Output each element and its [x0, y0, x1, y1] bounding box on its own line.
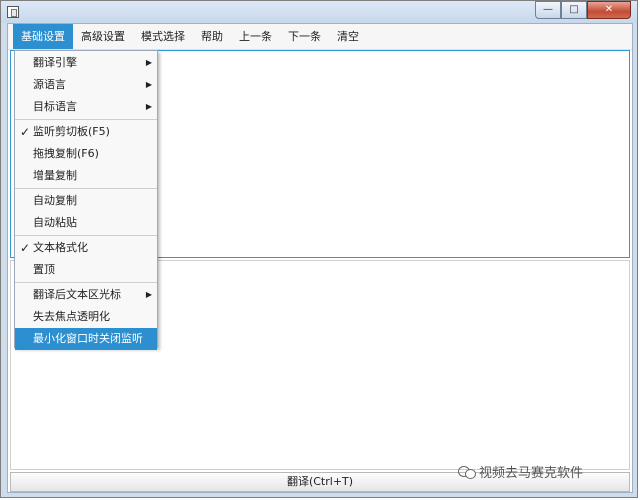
dd-transparent-on-blur[interactable]: 失去焦点透明化 — [15, 306, 157, 328]
menu-separator — [15, 235, 157, 236]
menu-item-label: 翻译后文本区光标 — [33, 288, 121, 301]
menu-mode-select[interactable]: 模式选择 — [133, 24, 193, 49]
menu-next[interactable]: 下一条 — [280, 24, 329, 49]
maximize-button[interactable]: □ — [561, 1, 587, 19]
menu-separator — [15, 119, 157, 120]
menu-item-label: 自动粘贴 — [33, 216, 77, 229]
submenu-arrow-icon: ▶ — [145, 102, 152, 111]
checkmark-icon: ✓ — [20, 241, 31, 255]
dd-always-on-top[interactable]: 置顶 — [15, 259, 157, 281]
dd-translation-engine[interactable]: 翻译引擎 ▶ — [15, 52, 157, 74]
menu-item-label: 拖拽复制(F6) — [33, 147, 99, 160]
dd-auto-copy[interactable]: 自动复制 — [15, 190, 157, 212]
minimize-button[interactable]: — — [535, 1, 561, 19]
watermark-text: 视频去马赛克软件 — [479, 465, 584, 481]
menu-item-label: 目标语言 — [33, 100, 77, 113]
window-controls: — □ ✕ — [535, 1, 631, 19]
dd-monitor-clipboard[interactable]: ✓ 监听剪切板(F5) — [15, 121, 157, 143]
menu-previous[interactable]: 上一条 — [231, 24, 280, 49]
watermark: 视频去马赛克软件 — [458, 462, 584, 481]
menu-item-label: 失去焦点透明化 — [33, 310, 110, 323]
checkmark-icon: ✓ — [20, 125, 31, 139]
dd-stop-monitor-on-minimize[interactable]: 最小化窗口时关闭监听 — [15, 328, 157, 350]
menu-item-label: 监听剪切板(F5) — [33, 125, 110, 138]
dd-cursor-after-translate[interactable]: 翻译后文本区光标 ▶ — [15, 284, 157, 306]
menu-help[interactable]: 帮助 — [193, 24, 231, 49]
menu-item-label: 文本格式化 — [33, 241, 88, 254]
dd-drag-copy[interactable]: 拖拽复制(F6) — [15, 143, 157, 165]
title-bar[interactable]: — □ ✕ — [1, 1, 637, 23]
menu-separator — [15, 188, 157, 189]
menu-item-label: 最小化窗口时关闭监听 — [33, 332, 143, 345]
dd-incremental-copy[interactable]: 增量复制 — [15, 165, 157, 187]
basic-settings-dropdown: 翻译引擎 ▶ 源语言 ▶ 目标语言 ▶ ✓ 监听剪切板(F5) 拖拽复制(F6)… — [14, 50, 158, 350]
menu-item-label: 置顶 — [33, 263, 55, 276]
dd-target-language[interactable]: 目标语言 ▶ — [15, 96, 157, 118]
menu-separator — [15, 282, 157, 283]
submenu-arrow-icon: ▶ — [145, 290, 152, 299]
menu-advanced-settings[interactable]: 高级设置 — [73, 24, 133, 49]
menu-bar: 基础设置 高级设置 模式选择 帮助 上一条 下一条 清空 — [8, 24, 632, 50]
submenu-arrow-icon: ▶ — [145, 58, 152, 67]
submenu-arrow-icon: ▶ — [145, 80, 152, 89]
dd-source-language[interactable]: 源语言 ▶ — [15, 74, 157, 96]
menu-basic-settings[interactable]: 基础设置 — [13, 24, 73, 49]
menu-item-label: 增量复制 — [33, 169, 77, 182]
dd-text-format[interactable]: ✓ 文本格式化 — [15, 237, 157, 259]
close-button[interactable]: ✕ — [587, 1, 631, 19]
dd-auto-paste[interactable]: 自动粘贴 — [15, 212, 157, 234]
menu-clear[interactable]: 清空 — [329, 24, 367, 49]
wechat-icon — [458, 464, 476, 479]
menu-item-label: 翻译引擎 — [33, 56, 77, 69]
menu-item-label: 源语言 — [33, 78, 66, 91]
app-icon[interactable] — [7, 6, 19, 18]
menu-item-label: 自动复制 — [33, 194, 77, 207]
